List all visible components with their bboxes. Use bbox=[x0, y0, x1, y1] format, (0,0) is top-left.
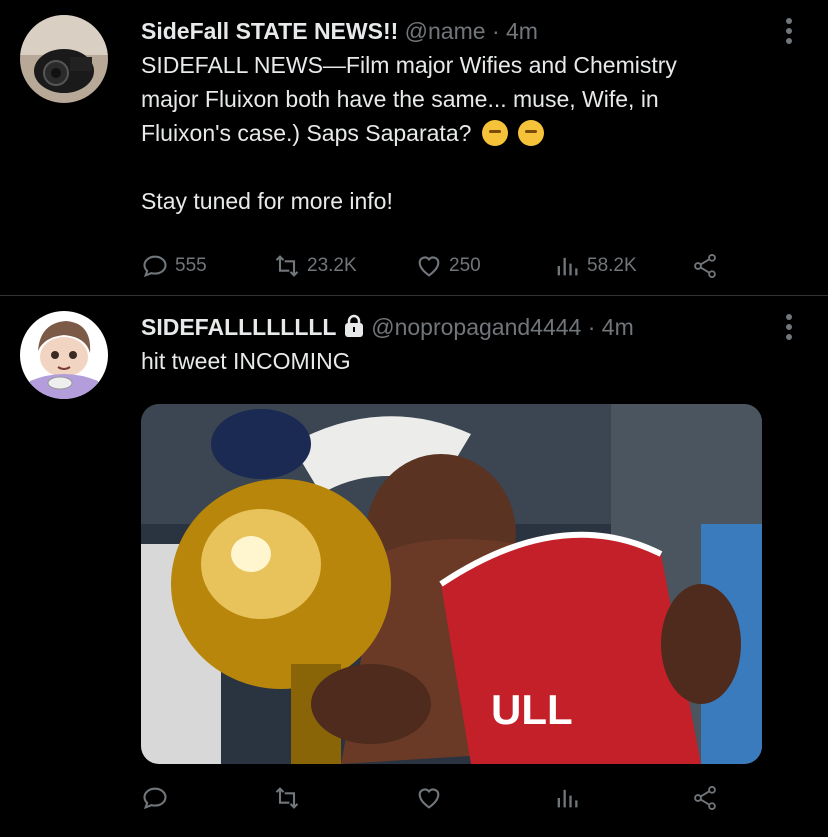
reply-icon bbox=[143, 255, 167, 278]
tweet-media-photo[interactable]: ULL bbox=[141, 404, 762, 764]
views-chart-icon bbox=[557, 257, 578, 276]
retweet-count: 23.2K bbox=[307, 255, 357, 276]
retweet-icon bbox=[275, 787, 299, 809]
heart-icon bbox=[418, 788, 440, 809]
display-name[interactable]: SIDEFALLLLLLLL bbox=[141, 314, 336, 340]
tweet-1[interactable]: SideFall STATE NEWS!! @name · 4m SIDEFAL… bbox=[0, 0, 828, 296]
handle[interactable]: @name bbox=[405, 18, 486, 44]
tweet-actions bbox=[141, 780, 728, 816]
retweet-button[interactable] bbox=[273, 780, 301, 816]
tweet-text: SIDEFALL NEWS—Film major Wifies and Chem… bbox=[141, 48, 788, 218]
avatar-cartoon[interactable] bbox=[20, 311, 108, 399]
avatar-camera[interactable] bbox=[20, 15, 108, 103]
views-button[interactable] bbox=[553, 780, 581, 816]
reply-count: 555 bbox=[175, 255, 207, 276]
view-count: 58.2K bbox=[587, 255, 637, 276]
like-count: 250 bbox=[449, 255, 481, 276]
more-options-icon[interactable] bbox=[786, 314, 794, 344]
jersey-lettering: ULL bbox=[491, 686, 573, 733]
tweet-header: SideFall STATE NEWS!! @name · 4m bbox=[141, 14, 788, 48]
share-icon bbox=[694, 785, 716, 811]
timestamp[interactable]: · 4m bbox=[588, 314, 634, 340]
reply-button[interactable] bbox=[141, 780, 169, 816]
heart-icon bbox=[418, 256, 440, 277]
lock-icon bbox=[344, 314, 363, 337]
tweet-text: hit tweet INCOMING bbox=[141, 348, 351, 374]
tweet-text-line: Stay tuned for more info! bbox=[141, 188, 393, 214]
tweet-text-line: SIDEFALL NEWS—Film major Wifies and Chem… bbox=[141, 52, 677, 78]
reply-icon bbox=[143, 787, 167, 810]
tweet-2[interactable]: SIDEFALLLLLLLL @nopropagand4444 · 4m hit… bbox=[0, 296, 828, 837]
share-icon bbox=[694, 253, 716, 279]
tweet-actions: 555 23.2K 250 58.2K bbox=[141, 248, 728, 284]
tweet-header: SIDEFALLLLLLLL @nopropagand4444 · 4m bbox=[141, 310, 788, 344]
display-name[interactable]: SideFall STATE NEWS!! bbox=[141, 18, 398, 44]
like-button[interactable] bbox=[415, 780, 443, 816]
timestamp[interactable]: · 4m bbox=[492, 18, 538, 44]
tweet-text-span: Fluixon's case.) Saps Saparata? bbox=[141, 120, 472, 146]
retweet-icon bbox=[275, 255, 299, 277]
share-button[interactable] bbox=[691, 248, 719, 284]
more-options-icon[interactable] bbox=[786, 18, 794, 48]
views-button[interactable]: 58.2K bbox=[553, 248, 637, 284]
thinking-face-icon bbox=[518, 120, 545, 146]
like-button[interactable]: 250 bbox=[415, 248, 481, 284]
share-button[interactable] bbox=[691, 780, 719, 816]
reply-button[interactable]: 555 bbox=[141, 248, 207, 284]
views-chart-icon bbox=[557, 789, 578, 808]
thinking-face-icon bbox=[481, 120, 508, 146]
retweet-button[interactable]: 23.2K bbox=[273, 248, 357, 284]
tweet-text-line: major Fluixon both have the same... muse… bbox=[141, 86, 659, 112]
tweet-text-line: Fluixon's case.) Saps Saparata? bbox=[141, 116, 788, 150]
handle[interactable]: @nopropagand4444 bbox=[371, 314, 581, 340]
